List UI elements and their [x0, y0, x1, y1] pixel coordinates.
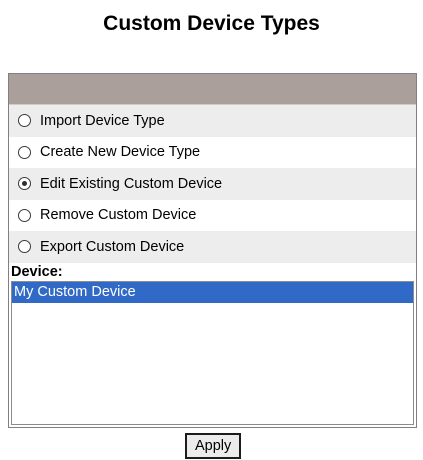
apply-button[interactable]: Apply	[185, 433, 242, 459]
radio-button-icon[interactable]	[18, 114, 31, 128]
radio-option-export[interactable]: Export Custom Device	[9, 231, 416, 263]
radio-option-create[interactable]: Create New Device Type	[9, 136, 416, 168]
radio-button-icon[interactable]	[18, 208, 31, 222]
page-title: Custom Device Types	[103, 12, 320, 35]
radio-dot-icon	[22, 181, 27, 187]
radio-button-icon[interactable]	[18, 240, 31, 254]
device-listbox[interactable]: My Custom Device	[11, 280, 414, 425]
radio-option-label: Edit Existing Custom Device	[40, 175, 223, 192]
radio-option-import[interactable]: Import Device Type	[9, 105, 416, 137]
radio-button-icon[interactable]	[18, 145, 31, 159]
radio-option-label: Create New Device Type	[40, 144, 201, 161]
radio-option-label: Export Custom Device	[40, 238, 185, 255]
action-radio-group: Import Device Type Create New Device Typ…	[9, 105, 416, 263]
radio-option-label: Remove Custom Device	[40, 207, 197, 224]
radio-button-selected-icon[interactable]	[18, 177, 31, 191]
radio-option-edit[interactable]: Edit Existing Custom Device	[9, 168, 416, 200]
device-list-item-selected[interactable]: My Custom Device	[12, 281, 413, 303]
radio-option-label: Import Device Type	[40, 112, 165, 129]
device-label: Device:	[9, 262, 416, 281]
panel-header-bar	[9, 74, 416, 105]
custom-device-panel: Import Device Type Create New Device Typ…	[8, 73, 417, 428]
radio-option-remove[interactable]: Remove Custom Device	[9, 199, 416, 231]
